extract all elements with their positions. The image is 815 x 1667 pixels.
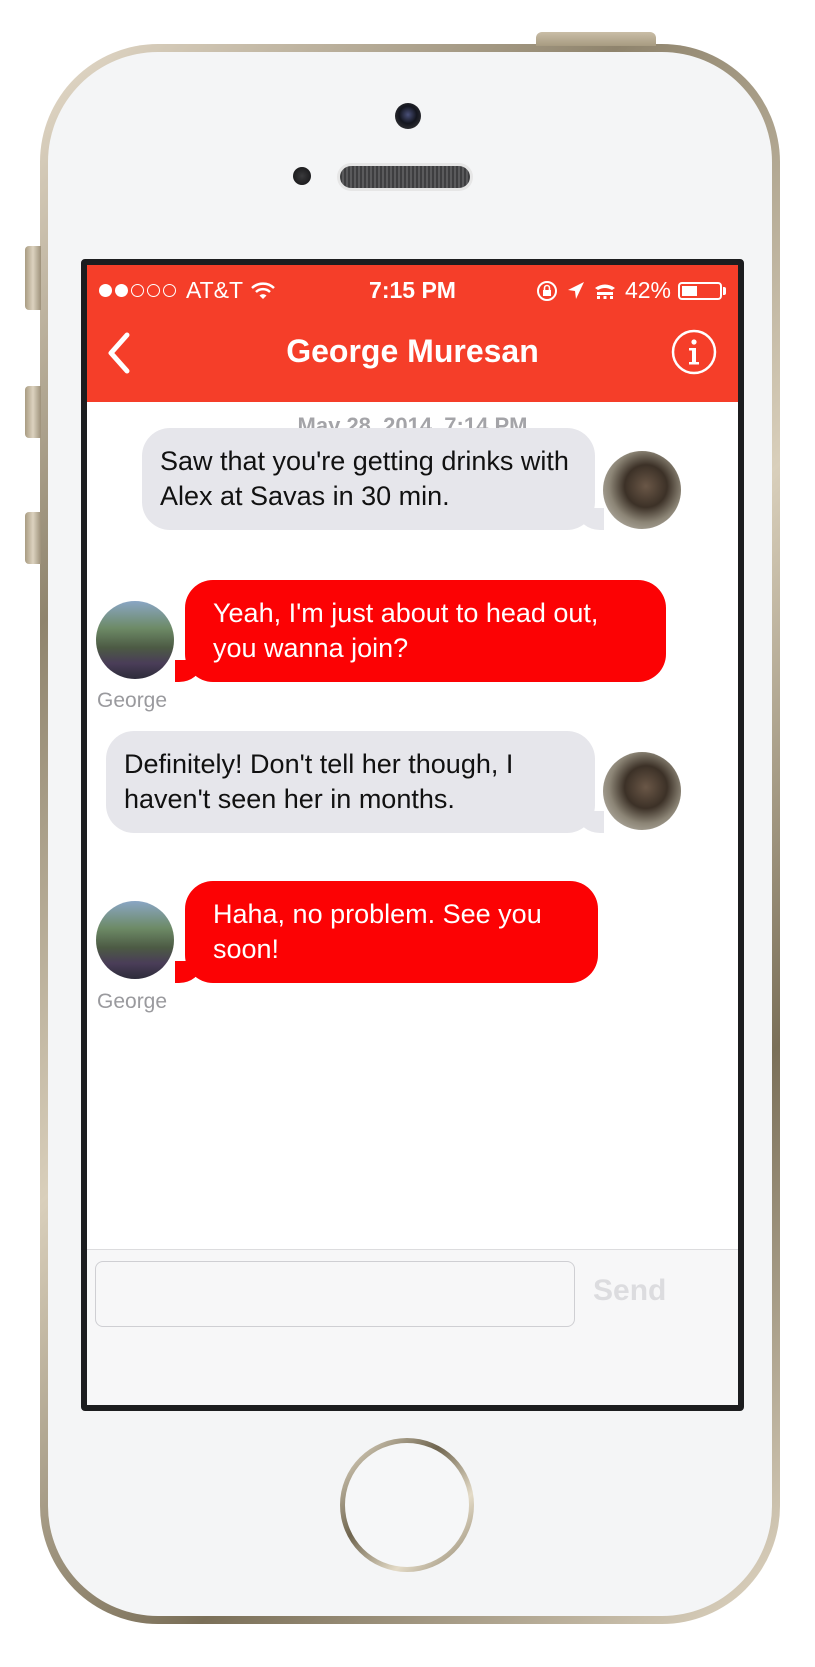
message-text: Saw that you're getting drinks with Alex… bbox=[160, 446, 569, 511]
location-arrow-icon bbox=[567, 281, 584, 299]
proximity-sensor bbox=[293, 167, 311, 185]
contact-avatar[interactable] bbox=[603, 451, 681, 529]
battery-fill bbox=[682, 285, 697, 296]
send-button[interactable]: Send bbox=[593, 1274, 666, 1308]
tty-icon bbox=[594, 284, 615, 299]
incoming-message-bubble[interactable]: Definitely! Don't tell her though, I hav… bbox=[106, 731, 595, 833]
rotation-lock-icon bbox=[536, 280, 557, 301]
user-avatar[interactable] bbox=[96, 601, 174, 679]
message-text: Yeah, I'm just about to head out, you wa… bbox=[213, 598, 599, 663]
earpiece-speaker bbox=[340, 166, 470, 188]
info-circle-icon bbox=[671, 329, 717, 375]
navigation-bar: AT&T 7:15 PM 42% George Muresan bbox=[87, 265, 738, 402]
screen: AT&T 7:15 PM 42% George Muresan May 28, … bbox=[81, 259, 744, 1411]
mute-switch bbox=[25, 246, 41, 310]
sender-name: George bbox=[97, 689, 168, 712]
volume-down-button bbox=[25, 512, 41, 564]
status-right: 42% bbox=[536, 277, 726, 304]
info-button[interactable] bbox=[670, 328, 718, 376]
incoming-message-bubble[interactable]: Saw that you're getting drinks with Alex… bbox=[142, 428, 595, 530]
battery-percent: 42% bbox=[624, 277, 671, 303]
contact-avatar[interactable] bbox=[603, 752, 681, 830]
home-button-face bbox=[345, 1443, 469, 1567]
user-avatar[interactable] bbox=[96, 901, 174, 979]
home-button[interactable] bbox=[340, 1438, 474, 1572]
status-bar: AT&T 7:15 PM 42% bbox=[87, 265, 738, 315]
outgoing-message-bubble[interactable]: Yeah, I'm just about to head out, you wa… bbox=[175, 580, 666, 682]
outgoing-message-bubble[interactable]: Haha, no problem. See you soon! bbox=[175, 881, 598, 983]
battery-icon bbox=[678, 281, 722, 300]
conversation-title: George Muresan bbox=[286, 333, 539, 369]
battery-tip bbox=[723, 286, 726, 295]
message-input-bar: Send bbox=[87, 1249, 738, 1405]
message-text: Haha, no problem. See you soon! bbox=[213, 899, 542, 964]
message-input[interactable] bbox=[95, 1261, 575, 1327]
sleep-button bbox=[536, 32, 656, 46]
message-text: Definitely! Don't tell her though, I hav… bbox=[124, 749, 514, 814]
volume-up-button bbox=[25, 386, 41, 438]
sender-name: George bbox=[97, 990, 168, 1013]
front-camera bbox=[395, 103, 421, 129]
